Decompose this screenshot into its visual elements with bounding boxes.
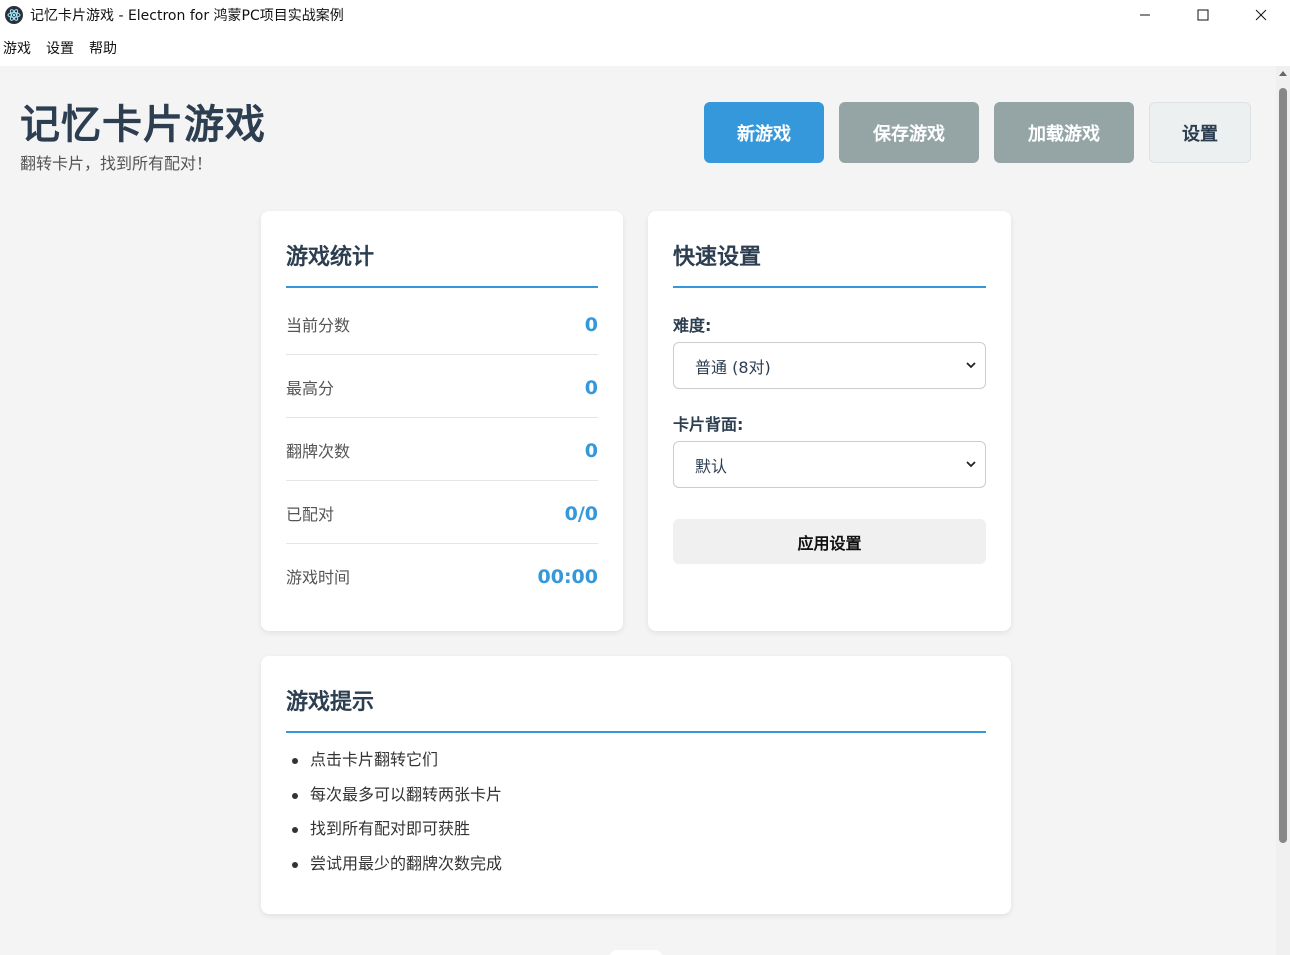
electron-app-icon [5,6,23,24]
close-button[interactable] [1232,0,1290,30]
card-back-label: 卡片背面: [673,415,744,434]
window-title: 记忆卡片游戏 - Electron for 鸿蒙PC项目实战案例 [30,8,344,24]
stat-row-high-score: 最高分 0 [286,355,598,418]
quick-settings-divider [673,286,986,288]
bullet-icon [292,861,298,868]
card-back-select[interactable]: 默认 [673,441,986,488]
page-title: 记忆卡片游戏 [20,102,266,148]
bullet-icon [292,792,298,799]
tip-text: 每次最多可以翻转两张卡片 [310,784,503,804]
minimize-icon [1140,14,1150,16]
chevron-down-icon [966,461,976,468]
stat-value: 0 [584,377,598,399]
close-icon [1255,9,1267,21]
stats-title-divider [286,286,598,288]
new-game-button[interactable]: 新游戏 [704,102,824,163]
stat-label: 游戏时间 [286,568,351,587]
load-game-button[interactable]: 加载游戏 [994,102,1134,163]
bullet-icon [292,827,298,834]
stat-label: 当前分数 [286,316,351,335]
bullet-icon [292,758,298,764]
tip-item: 尝试用最少的翻牌次数完成 [292,854,502,889]
menu-settings[interactable]: 设置 [43,38,81,58]
menu-bar: 游戏 设置 帮助 [0,30,1290,66]
difficulty-label: 难度: [673,316,712,335]
settings-button[interactable]: 设置 [1149,102,1251,163]
game-stats-card: 游戏统计 当前分数 0 最高分 0 翻牌次数 0 已配对 0/0 游戏时间 00… [261,211,623,631]
tip-item: 每次最多可以翻转两张卡片 [292,785,502,820]
tips-list: 点击卡片翻转它们 每次最多可以翻转两张卡片 找到所有配对即可获胜 尝试用最少的翻… [292,750,502,888]
menu-help[interactable]: 帮助 [86,38,124,58]
stat-value: 0 [584,314,598,336]
page-subtitle: 翻转卡片，找到所有配对！ [20,154,213,173]
app-content: 记忆卡片游戏 翻转卡片，找到所有配对！ 新游戏 保存游戏 加载游戏 设置 游戏统… [0,66,1276,955]
stats-title: 游戏统计 [286,245,375,270]
stat-value: 0/0 [564,503,598,525]
tip-text: 点击卡片翻转它们 [310,750,439,769]
tips-title-divider [286,731,986,733]
stat-value: 0 [584,440,598,462]
chevron-down-icon [966,362,976,369]
minimize-button[interactable] [1116,0,1174,30]
stat-label: 翻牌次数 [286,442,351,461]
stat-row-matched: 已配对 0/0 [286,481,598,544]
stat-value: 00:00 [537,566,598,588]
menu-game[interactable]: 游戏 [0,38,38,58]
tip-text: 尝试用最少的翻牌次数完成 [310,853,503,873]
maximize-icon [1197,9,1209,21]
window-controls [1116,0,1290,30]
scrollbar-thumb[interactable] [1279,88,1287,843]
quick-settings-title: 快速设置 [673,245,762,270]
save-game-button[interactable]: 保存游戏 [839,102,979,163]
difficulty-select[interactable]: 普通 (8对) [673,342,986,389]
tips-title: 游戏提示 [286,690,375,715]
apply-settings-button[interactable]: 应用设置 [673,519,986,564]
window-titlebar: 记忆卡片游戏 - Electron for 鸿蒙PC项目实战案例 [0,0,1290,30]
stat-row-game-time: 游戏时间 00:00 [286,544,598,607]
tip-item: 找到所有配对即可获胜 [292,819,502,854]
maximize-button[interactable] [1174,0,1232,30]
bottom-content-edge [608,950,664,955]
stat-label: 最高分 [286,379,335,398]
card-back-selected-value: 默认 [695,456,728,476]
quick-settings-card: 快速设置 难度: 普通 (8对) 卡片背面: 默认 应用设置 [648,211,1011,631]
game-tips-card: 游戏提示 点击卡片翻转它们 每次最多可以翻转两张卡片 找到所有配对即可获胜 尝试… [261,656,1011,914]
tip-text: 找到所有配对即可获胜 [310,819,471,839]
difficulty-selected-value: 普通 (8对) [695,357,771,377]
tip-item: 点击卡片翻转它们 [292,750,502,785]
scroll-up-icon[interactable] [1279,71,1287,76]
stat-row-current-score: 当前分数 0 [286,292,598,355]
stat-row-flips: 翻牌次数 0 [286,418,598,481]
vertical-scrollbar[interactable] [1276,66,1290,955]
stat-label: 已配对 [286,505,335,524]
